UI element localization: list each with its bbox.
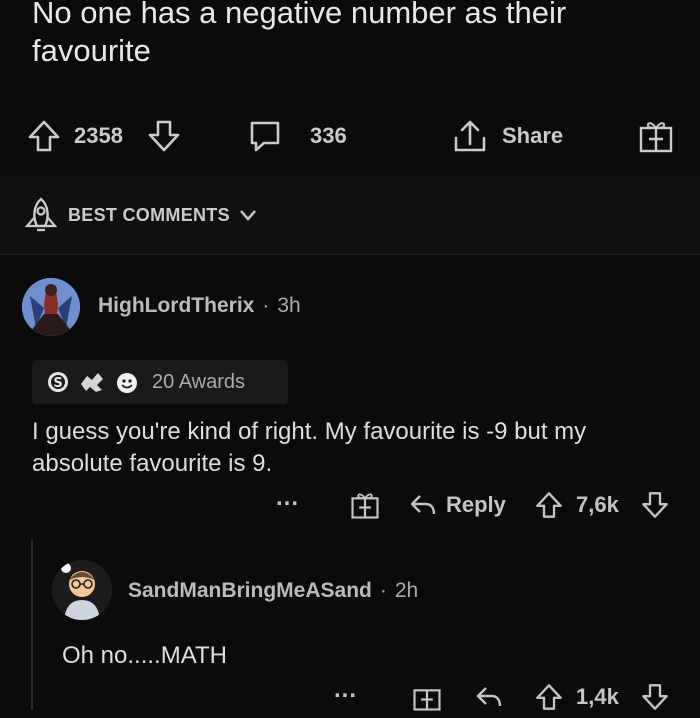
downvote-icon <box>148 120 180 152</box>
sort-bar[interactable]: BEST COMMENTS <box>0 176 700 254</box>
comment-vote-count: 1,4k <box>576 684 619 709</box>
helpful-award-icon <box>81 373 103 392</box>
comment-author-line: HighLordTherix · 3h <box>98 294 301 318</box>
comment-upvote-button[interactable] <box>534 490 564 526</box>
award-button[interactable] <box>638 110 674 162</box>
comment-body: Oh no.....MATH <box>62 642 227 669</box>
avatar-image <box>22 278 80 336</box>
silver-award-icon: S <box>48 372 68 392</box>
gift-icon <box>413 689 441 711</box>
reply-arrow-icon <box>410 495 436 515</box>
comment-downvote-button[interactable] <box>640 490 670 526</box>
comment-bubble-icon <box>250 121 280 152</box>
wholesome-award-icon <box>117 373 137 393</box>
sort-label: BEST COMMENTS <box>68 204 230 225</box>
comment-upvote-button[interactable] <box>534 682 564 718</box>
post-title: No one has a negative number as their fa… <box>32 0 567 68</box>
reply-arrow-icon <box>476 687 502 707</box>
share-label: Share <box>502 123 564 148</box>
comment-author[interactable]: SandManBringMeASand <box>128 579 372 603</box>
comment-actions: ... 1,4k <box>334 676 694 718</box>
reply-button[interactable]: Reply <box>408 490 506 520</box>
chevron-down-icon <box>240 210 256 221</box>
comment-time: 3h <box>277 294 301 317</box>
thread-line <box>31 540 33 710</box>
rocket-icon <box>24 197 58 232</box>
comment-body: I guess you're kind of right. My favouri… <box>32 418 587 477</box>
comment-author-line: SandManBringMeASand · 2h <box>128 579 418 603</box>
comments-button[interactable] <box>246 110 284 162</box>
post-vote-count: 2358 <box>74 123 123 148</box>
gift-icon <box>351 493 379 519</box>
upvote-icon <box>28 120 60 152</box>
comment-author[interactable]: HighLordTherix <box>98 294 254 318</box>
post-action-bar: 2358 336 Share <box>0 110 700 162</box>
awards-count: 20 Awards <box>152 370 246 393</box>
upvote-icon <box>536 492 562 518</box>
downvote-button[interactable] <box>146 110 182 162</box>
comment-actions: ... Reply 7,6k <box>276 484 696 526</box>
svg-text:S: S <box>53 376 62 391</box>
comment-downvote-button[interactable] <box>640 682 670 718</box>
avatar[interactable] <box>22 278 80 336</box>
share-button[interactable]: Share <box>452 110 563 162</box>
separator-dot: · <box>262 294 270 317</box>
award-button[interactable] <box>350 490 380 526</box>
awards-badge[interactable]: S 20 Awards <box>32 360 288 404</box>
upvote-button[interactable] <box>26 110 62 162</box>
downvote-icon <box>642 684 668 710</box>
award-button[interactable] <box>412 682 442 718</box>
post-comment-count: 336 <box>310 123 347 148</box>
comment-time: 2h <box>394 579 419 602</box>
more-options-button[interactable]: ... <box>276 484 299 512</box>
separator-dot: · <box>379 579 387 602</box>
share-icon <box>454 120 486 152</box>
avatar[interactable] <box>52 560 112 620</box>
comment-vote-count: 7,6k <box>576 492 619 517</box>
downvote-icon <box>642 492 668 518</box>
reply-label: Reply <box>446 492 506 517</box>
divider <box>0 254 700 255</box>
reply-button[interactable] <box>474 682 504 718</box>
upvote-icon <box>536 684 562 710</box>
gift-icon <box>639 122 673 153</box>
avatar-image <box>52 560 112 620</box>
